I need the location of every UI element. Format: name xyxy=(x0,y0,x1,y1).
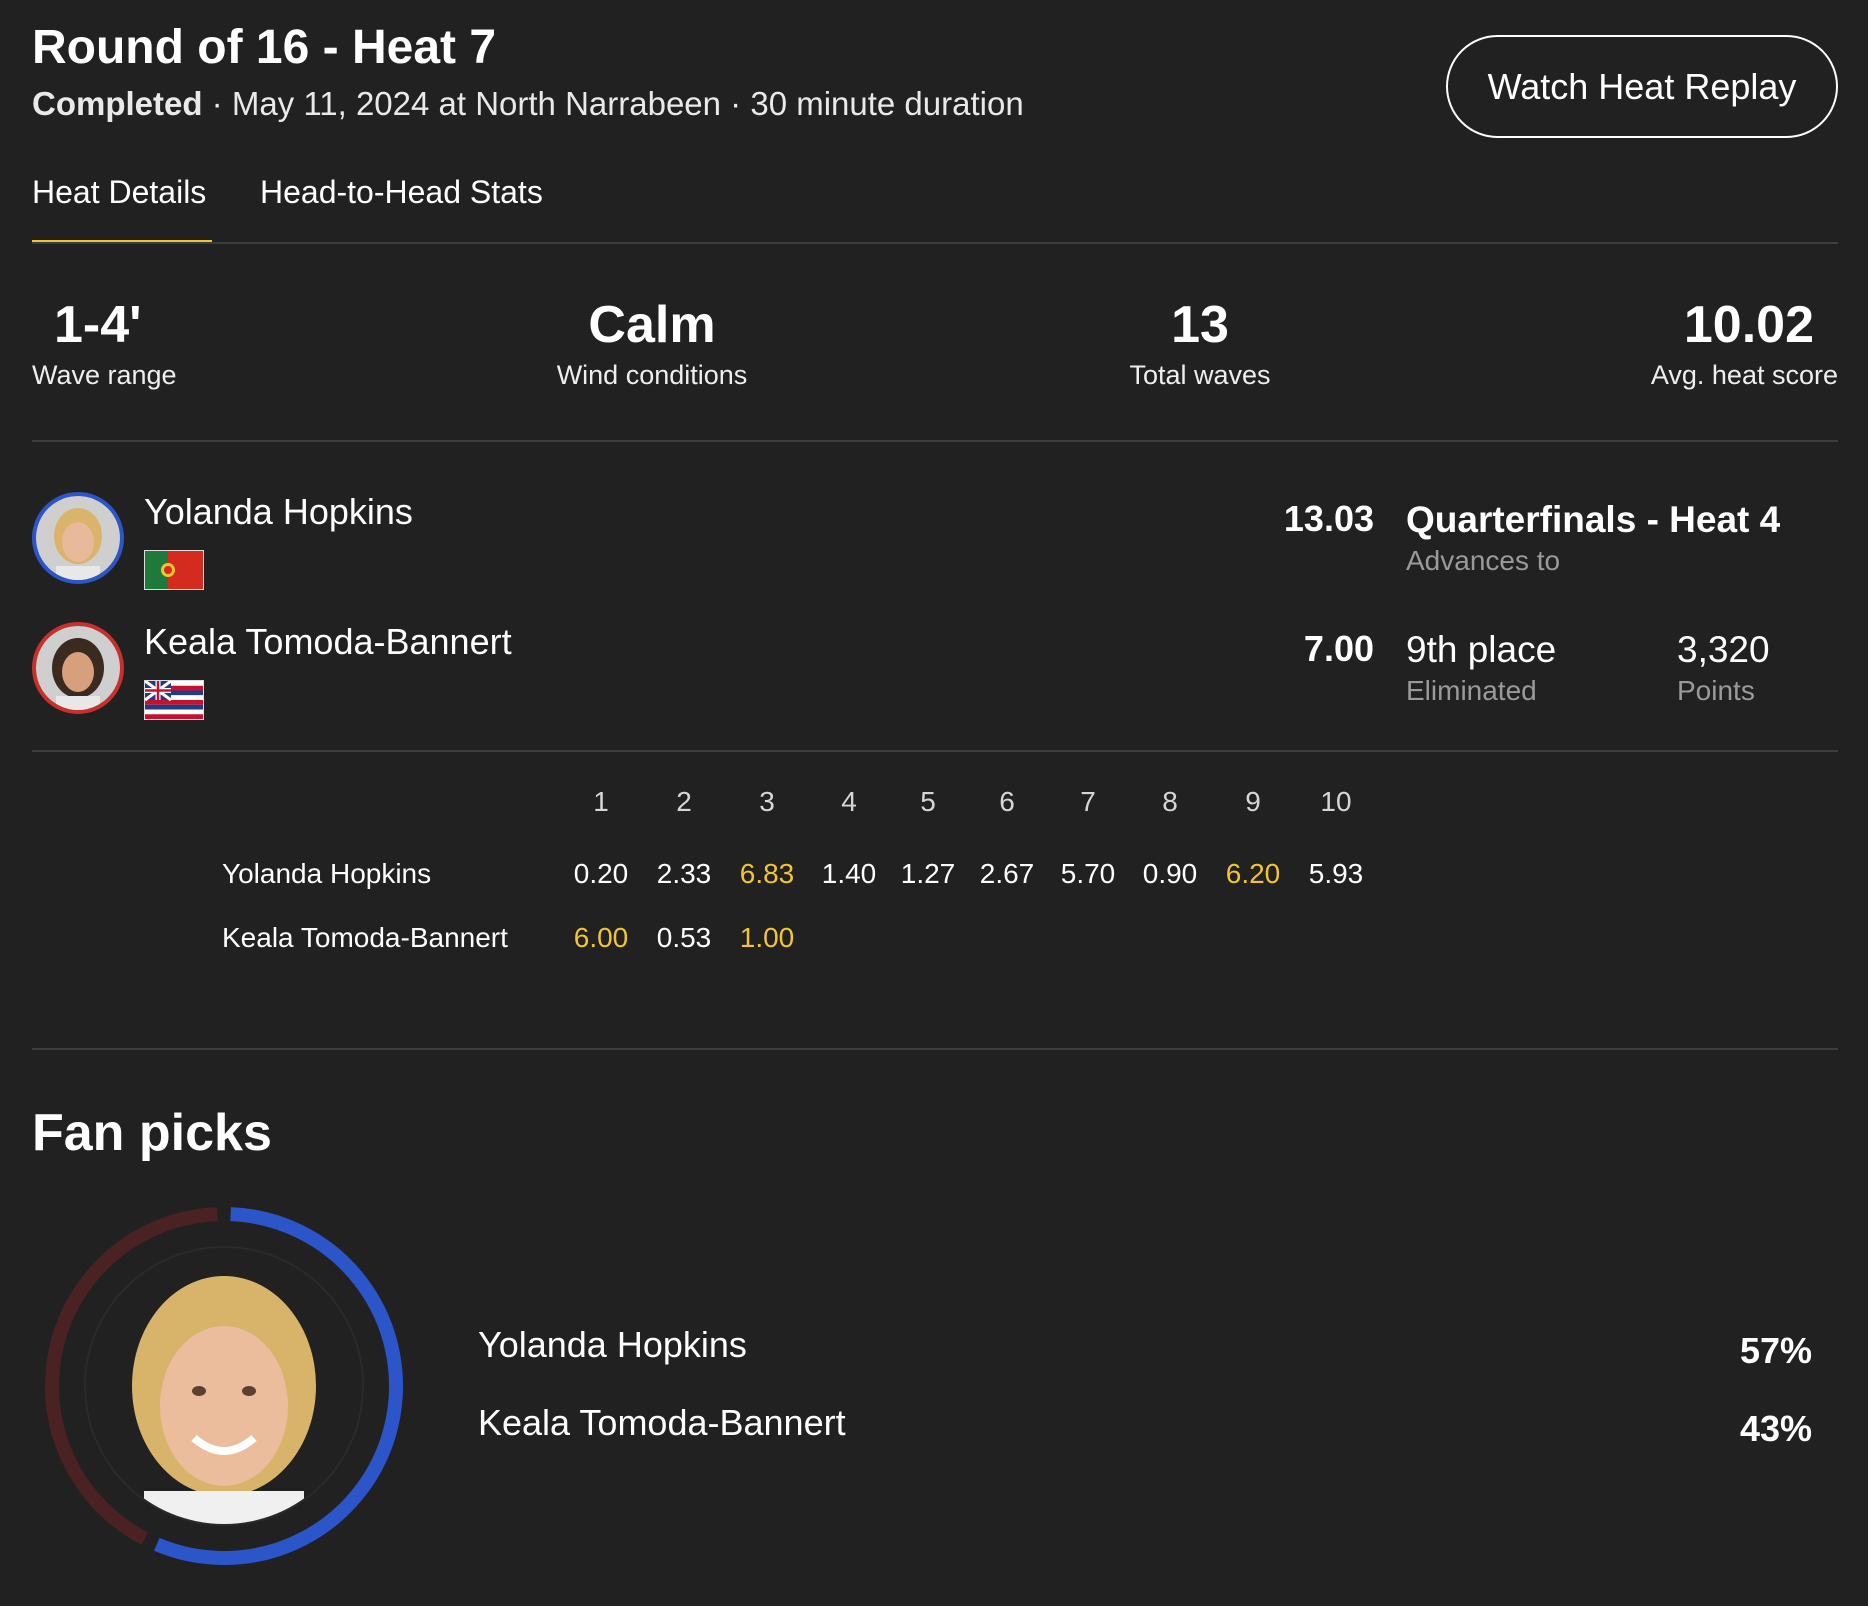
athlete-result[interactable]: Quarterfinals - Heat 4 xyxy=(1406,498,1780,542)
stat-label: Wind conditions xyxy=(556,360,748,390)
stat-wind: Calm Wind conditions xyxy=(552,295,752,393)
heat-subtitle: Completed · May 11, 2024 at North Narrab… xyxy=(32,82,1024,126)
wave-score[interactable]: 6.00 xyxy=(561,922,641,954)
wave-number-header: 5 xyxy=(920,786,936,817)
fan-pick-name: Yolanda Hopkins xyxy=(478,1324,747,1365)
fan-pick-name: Keala Tomoda-Bannert xyxy=(478,1402,846,1443)
stat-label: Wave range xyxy=(32,360,177,390)
wave-score[interactable]: 5.93 xyxy=(1296,858,1376,890)
wave-score[interactable]: 0.90 xyxy=(1130,858,1210,890)
heat-details: · May 11, 2024 at North Narrabeen · 30 m… xyxy=(202,85,1024,122)
wave-number-header: 4 xyxy=(841,786,857,817)
wave-score[interactable]: 0.53 xyxy=(644,922,724,954)
divider xyxy=(32,440,1838,442)
tab-heat-details[interactable]: Heat Details xyxy=(32,172,206,212)
stat-label: Total waves xyxy=(1129,360,1271,390)
fan-pick-percent: 43% xyxy=(1739,1408,1812,1449)
wave-score[interactable]: 1.40 xyxy=(809,858,889,890)
watch-replay-button[interactable]: Watch Heat Replay xyxy=(1446,35,1838,138)
fan-picks-donut xyxy=(44,1206,404,1566)
wave-row-athlete-name: Yolanda Hopkins xyxy=(222,858,432,889)
wave-number-header: 10 xyxy=(1320,786,1352,817)
page-title: Round of 16 - Heat 7 xyxy=(32,21,497,74)
stat-value: 10.02 xyxy=(1683,296,1814,354)
heat-status: Completed xyxy=(32,85,203,122)
wave-number-header: 1 xyxy=(593,786,609,817)
wave-score[interactable]: 6.83 xyxy=(727,858,807,890)
athlete-heat-score: 13.03 xyxy=(1283,498,1374,539)
wave-score[interactable]: 2.33 xyxy=(644,858,724,890)
wave-number-header: 3 xyxy=(759,786,775,817)
stat-value: 1-4' xyxy=(54,296,142,354)
athlete-result-label: Eliminated xyxy=(1406,675,1537,706)
athlete-result: 9th place xyxy=(1406,629,1557,670)
wave-score[interactable]: 1.00 xyxy=(727,922,807,954)
avatar[interactable] xyxy=(32,622,124,714)
wave-number-header: 9 xyxy=(1245,786,1261,817)
wave-number-header: 2 xyxy=(676,786,692,817)
fan-pick-percent: 57% xyxy=(1739,1330,1812,1371)
divider xyxy=(32,242,1838,244)
athlete-heat-score: 7.00 xyxy=(1303,628,1374,669)
fan-picks-title: Fan picks xyxy=(32,1104,272,1162)
divider xyxy=(32,750,1838,752)
tab-head-to-head-stats[interactable]: Head-to-Head Stats xyxy=(260,172,543,212)
wave-number-header: 8 xyxy=(1162,786,1178,817)
wave-score[interactable]: 1.27 xyxy=(888,858,968,890)
athlete-points: 3,320 xyxy=(1677,629,1770,670)
stat-label: Avg. heat score xyxy=(1650,360,1838,390)
athlete-name[interactable]: Keala Tomoda-Bannert xyxy=(144,620,512,664)
portugal-flag-icon xyxy=(144,550,204,590)
athlete-photo-icon xyxy=(36,496,120,580)
wave-number-header: 6 xyxy=(999,786,1015,817)
athlete-result-label: Advances to xyxy=(1406,545,1561,576)
wave-score[interactable]: 5.70 xyxy=(1048,858,1128,890)
hawaii-flag-icon xyxy=(144,680,204,720)
wave-number-header: 7 xyxy=(1080,786,1096,817)
wave-score[interactable]: 0.20 xyxy=(561,858,641,890)
wave-row-athlete-name: Keala Tomoda-Bannert xyxy=(222,922,508,953)
athlete-photo-icon xyxy=(36,626,120,710)
stat-wave-range: 1-4' Wave range xyxy=(32,295,177,393)
wave-score[interactable]: 6.20 xyxy=(1213,858,1293,890)
divider xyxy=(32,1048,1838,1050)
stat-value: 13 xyxy=(1171,296,1229,354)
athlete-points-label: Points xyxy=(1677,675,1755,706)
stat-avg-score: 10.02 Avg. heat score xyxy=(1651,295,1838,393)
stat-value: Calm xyxy=(588,296,716,354)
avatar[interactable] xyxy=(32,492,124,584)
athlete-name[interactable]: Yolanda Hopkins xyxy=(144,490,413,534)
stat-total-waves: 13 Total waves xyxy=(1100,295,1300,393)
wave-score[interactable]: 2.67 xyxy=(967,858,1047,890)
